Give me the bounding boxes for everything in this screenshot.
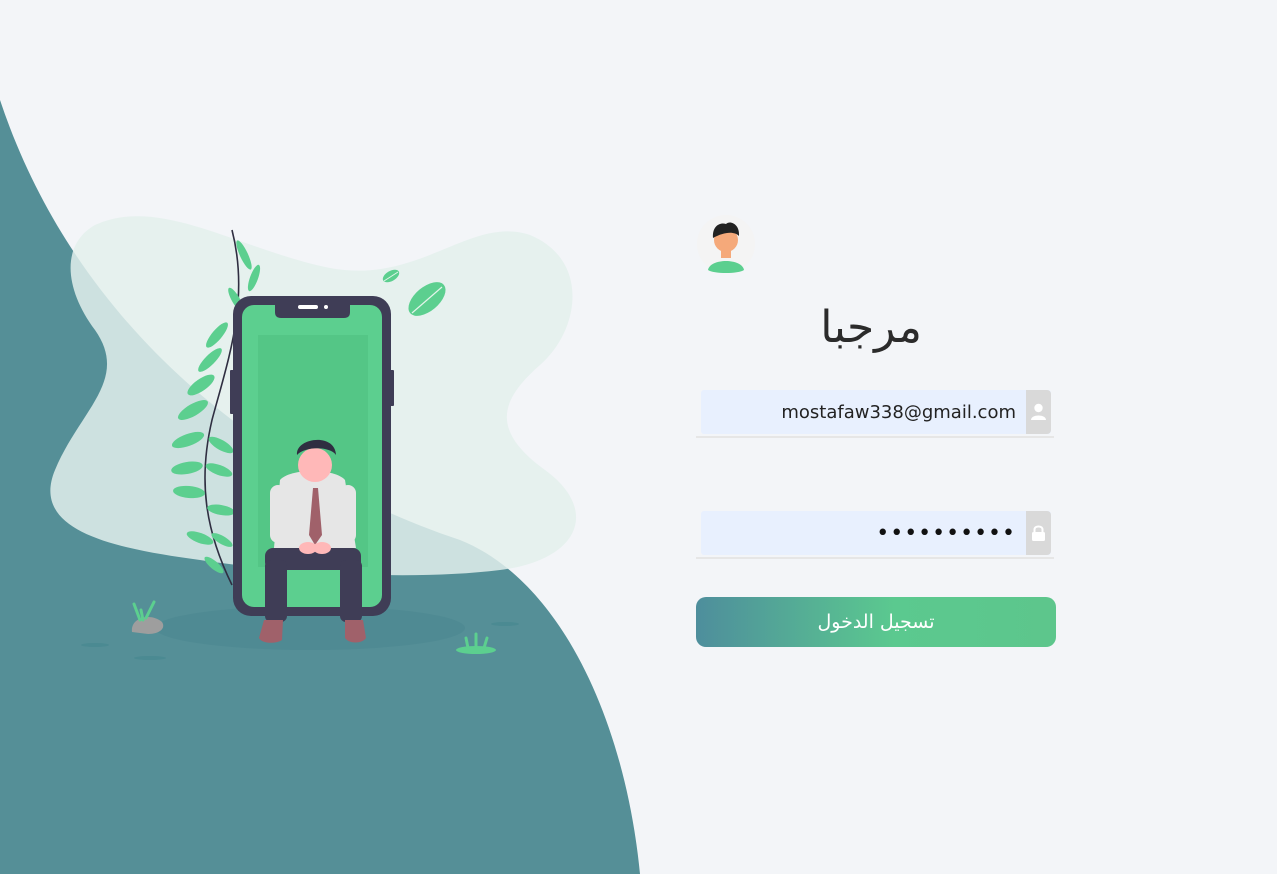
email-field — [696, 388, 1054, 438]
email-field-underline — [696, 436, 1054, 438]
email-input[interactable] — [704, 390, 1016, 434]
password-field-underline — [696, 557, 1054, 559]
welcome-heading: مرجبا — [820, 302, 922, 353]
login-button[interactable]: تسجيل الدخول — [696, 597, 1056, 647]
lock-icon — [1026, 511, 1051, 555]
login-page: مرجبا تسجيل الدخول — [0, 0, 1277, 874]
user-avatar-icon — [697, 215, 755, 273]
password-input[interactable] — [704, 511, 1016, 555]
person-sitting-with-phone-illustration — [50, 216, 577, 660]
password-field — [696, 509, 1054, 559]
user-icon — [1026, 390, 1051, 434]
